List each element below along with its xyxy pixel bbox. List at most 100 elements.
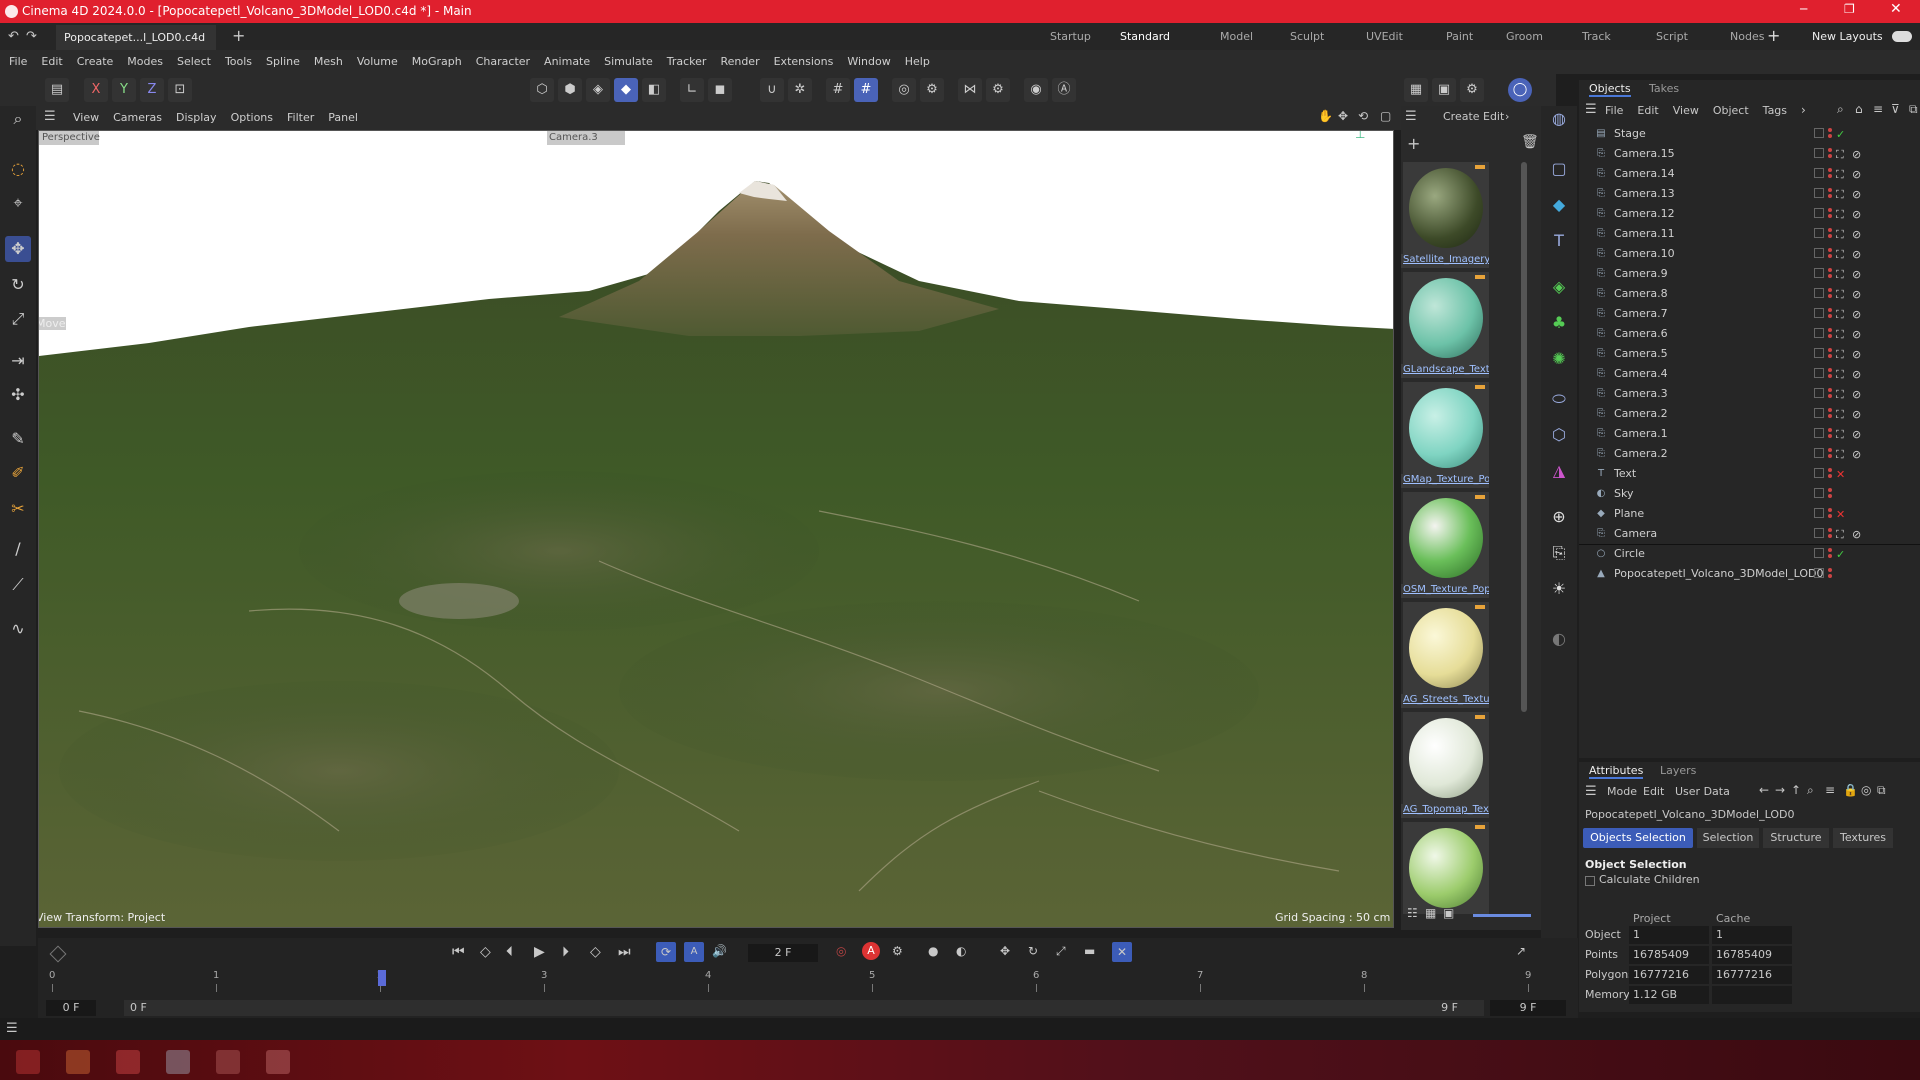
edit-toggle-icon[interactable] <box>1814 208 1824 218</box>
close-icon[interactable]: ✕ <box>1890 1 1902 17</box>
edit-toggle-icon[interactable] <box>1814 268 1824 278</box>
render-view-icon[interactable]: ▦ <box>1404 78 1428 102</box>
render-dot-icon[interactable] <box>1828 314 1832 318</box>
render-dot-icon[interactable] <box>1828 474 1832 478</box>
z-axis-lock[interactable]: Z <box>140 78 164 102</box>
render-dot-icon[interactable] <box>1828 354 1832 358</box>
attribute-cache-value[interactable] <box>1712 986 1792 1004</box>
brush-icon[interactable]: / <box>5 536 31 562</box>
forward-arrow-icon[interactable]: → <box>1775 783 1785 797</box>
object-row[interactable]: ⎘ Camera.13 ⛶ ⊘ <box>1579 184 1920 204</box>
object-row[interactable]: T Text ✕ <box>1579 464 1920 484</box>
new-window-icon[interactable]: ⧉ <box>1877 783 1886 798</box>
material-swatch[interactable]: OSM_Texture_Pop <box>1401 492 1489 600</box>
tab-selection[interactable]: Selection <box>1697 828 1759 848</box>
axis-mode-icon[interactable]: ∟ <box>680 78 704 102</box>
edit-toggle-icon[interactable] <box>1814 128 1824 138</box>
protection-tag-icon[interactable]: ⊘ <box>1852 165 1861 185</box>
layout-tab-standard[interactable]: Standard <box>1120 23 1171 52</box>
y-axis-lock[interactable]: Y <box>112 78 136 102</box>
visibility-dot-icon[interactable] <box>1828 468 1832 472</box>
key-rotate-icon[interactable]: ↻ <box>1028 944 1038 958</box>
autokey-mode-icon[interactable]: A <box>684 942 704 962</box>
home-icon[interactable]: ⌂ <box>1855 102 1863 116</box>
edit-toggle-icon[interactable] <box>1814 348 1824 358</box>
menu-help[interactable]: Help <box>898 50 937 74</box>
protection-tag-icon[interactable]: ⊘ <box>1852 425 1861 445</box>
edit-toggle-icon[interactable] <box>1814 568 1824 578</box>
objects-menu-edit[interactable]: Edit <box>1637 104 1658 117</box>
visibility-icon[interactable]: ◉ <box>1024 78 1048 102</box>
tag-icon[interactable]: ⛶ <box>1836 345 1844 365</box>
render-dot-icon[interactable] <box>1828 134 1832 138</box>
object-row[interactable]: ⎘ Camera.4 ⛶ ⊘ <box>1579 364 1920 384</box>
tab-textures[interactable]: Textures <box>1833 828 1893 848</box>
tag-icon[interactable]: ⛶ <box>1836 385 1844 405</box>
render-dot-icon[interactable] <box>1828 274 1832 278</box>
render-dot-icon[interactable] <box>1828 154 1832 158</box>
visibility-dot-icon[interactable] <box>1828 268 1832 272</box>
layout-tab-script[interactable]: Script <box>1656 23 1688 50</box>
tag-icon[interactable]: ⛶ <box>1836 445 1844 465</box>
objects-menu-tags[interactable]: Tags <box>1763 104 1787 117</box>
visibility-dot-icon[interactable] <box>1828 408 1832 412</box>
object-mode-icon[interactable]: ◆ <box>614 78 638 102</box>
protection-tag-icon[interactable]: ⊘ <box>1852 345 1861 365</box>
protection-tag-icon[interactable]: ⊘ <box>1852 305 1861 325</box>
edit-toggle-icon[interactable] <box>1814 448 1824 458</box>
render-dot-icon[interactable] <box>1828 194 1832 198</box>
cloner-icon[interactable]: ♣ <box>1546 310 1572 336</box>
tag-icon[interactable]: ⛶ <box>1836 265 1844 285</box>
menu-simulate[interactable]: Simulate <box>597 50 660 74</box>
prev-key-icon[interactable]: ◇ <box>480 944 491 960</box>
attr-mode-menu[interactable]: Mode <box>1607 785 1637 798</box>
tag-icon[interactable]: ⛶ <box>1836 165 1844 185</box>
edit-toggle-icon[interactable] <box>1814 148 1824 158</box>
play-icon[interactable]: ▶ <box>534 944 545 960</box>
render-dot-icon[interactable] <box>1828 514 1832 518</box>
viewport-menu-cameras[interactable]: Cameras <box>106 106 169 130</box>
render-dot-icon[interactable] <box>1828 494 1832 498</box>
settings-icon[interactable]: ✲ <box>788 78 812 102</box>
spline-rect-icon[interactable]: ▢ <box>1546 156 1572 182</box>
object-row[interactable]: ◆ Plane ✕ <box>1579 504 1920 524</box>
tab-layers[interactable]: Layers <box>1660 764 1696 777</box>
material-swatch[interactable]: AG_Streets_Textur <box>1401 602 1489 710</box>
back-arrow-icon[interactable]: ← <box>1759 783 1769 797</box>
chevron-right-icon[interactable]: › <box>1801 103 1806 117</box>
snap-icon[interactable]: # <box>854 78 878 102</box>
render-dot-icon[interactable] <box>1828 414 1832 418</box>
projection-label[interactable]: Perspective <box>42 132 100 143</box>
layout-tab-sculpt[interactable]: Sculpt <box>1290 23 1324 50</box>
deformer-icon[interactable]: ⬭ <box>1546 386 1572 412</box>
tab-structure[interactable]: Structure <box>1763 828 1829 848</box>
go-to-end-icon[interactable]: ⏭ <box>618 944 631 960</box>
attr-userdata-menu[interactable]: User Data <box>1675 785 1730 798</box>
layout-tab-paint[interactable]: Paint <box>1446 23 1473 50</box>
visibility-dot-icon[interactable] <box>1828 388 1832 392</box>
render-dot-icon[interactable] <box>1828 334 1832 338</box>
menu-character[interactable]: Character <box>469 50 537 74</box>
symmetry-icon[interactable]: ⋈ <box>958 78 982 102</box>
tag-icon[interactable]: ⛶ <box>1836 325 1844 345</box>
edit-toggle-icon[interactable] <box>1814 368 1824 378</box>
visibility-dot-icon[interactable] <box>1828 488 1832 492</box>
visibility-dot-icon[interactable] <box>1828 128 1832 132</box>
attr-edit-menu[interactable]: Edit <box>1643 785 1664 798</box>
tab-objects-selection[interactable]: Objects Selection <box>1583 828 1693 848</box>
layout-toggle[interactable] <box>1892 31 1912 42</box>
large-view-icon[interactable]: ▣ <box>1443 906 1454 920</box>
key-settings-icon[interactable]: ⚙ <box>892 944 903 958</box>
key-pla-icon[interactable]: ✕ <box>1112 942 1132 962</box>
model-mode-icon[interactable]: ▤ <box>45 78 69 102</box>
timeline-graph-icon[interactable]: ↗ <box>1516 944 1526 958</box>
material-swatch[interactable]: GLandscape_Textu <box>1401 272 1489 380</box>
effector-icon[interactable]: ✺ <box>1546 346 1572 372</box>
maximize-icon[interactable]: ❐ <box>1844 2 1855 16</box>
menu-modes[interactable]: Modes <box>120 50 170 74</box>
visibility-dot-icon[interactable] <box>1828 328 1832 332</box>
tab-takes[interactable]: Takes <box>1649 82 1679 95</box>
tag-icon[interactable]: ⛶ <box>1836 405 1844 425</box>
object-row[interactable]: ⎘ Camera.1 ⛶ ⊘ <box>1579 424 1920 444</box>
visibility-dot-icon[interactable] <box>1828 508 1832 512</box>
